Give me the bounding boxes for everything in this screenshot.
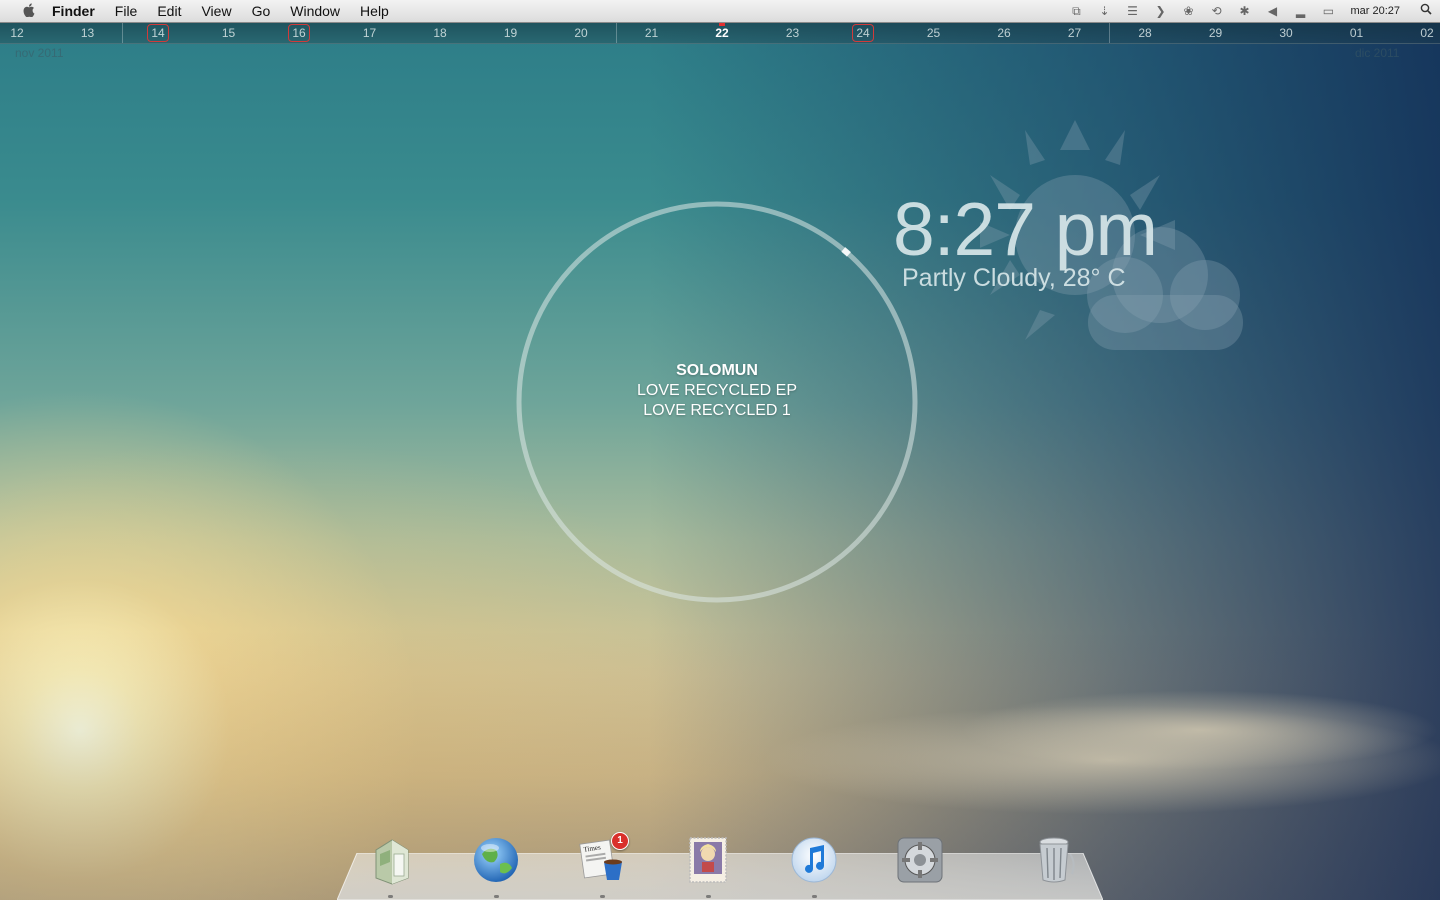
- calendar-day[interactable]: 25: [919, 23, 949, 43]
- clock-time: 8:27 pm: [893, 187, 1158, 271]
- cloud-band: [960, 690, 1440, 770]
- calendar-day[interactable]: 17: [355, 23, 385, 43]
- volume-icon[interactable]: ◀: [1258, 0, 1286, 22]
- running-indicator: [388, 895, 393, 898]
- calendar-day[interactable]: 20: [566, 23, 596, 43]
- calendar-day[interactable]: 16: [284, 23, 314, 43]
- month-label-right: dic 2011: [1355, 46, 1400, 60]
- menu-view[interactable]: View: [191, 0, 241, 22]
- menubar-clock[interactable]: mar 20:27: [1342, 5, 1412, 17]
- bluetooth-icon[interactable]: ✱: [1230, 0, 1258, 22]
- track-album: LOVE RECYCLED EP: [636, 382, 798, 399]
- menu-file[interactable]: File: [105, 0, 148, 22]
- menu-go[interactable]: Go: [242, 0, 281, 22]
- itunes-icon: [791, 837, 837, 883]
- window-switch-icon[interactable]: ⧉: [1062, 0, 1090, 22]
- calendar-day[interactable]: 30: [1271, 23, 1301, 43]
- calendar-day[interactable]: 28: [1130, 23, 1160, 43]
- menu-finder[interactable]: Finder: [42, 0, 105, 22]
- list-icon[interactable]: ☰: [1118, 0, 1146, 22]
- trash-icon: [1039, 837, 1075, 883]
- weather-condition: Partly Cloudy, 28° C: [902, 264, 1126, 292]
- dock-trash[interactable]: [1024, 830, 1084, 890]
- system-preferences-icon: [897, 837, 943, 883]
- track-title: LOVE RECYCLED 1: [643, 402, 791, 419]
- dock-itunes[interactable]: [784, 830, 844, 890]
- dock-times[interactable]: Times 1: [572, 830, 632, 890]
- calendar-day[interactable]: 15: [214, 23, 244, 43]
- calendar-day[interactable]: 01: [1342, 23, 1372, 43]
- spotlight-icon[interactable]: [1412, 0, 1440, 22]
- signal-icon[interactable]: ▂: [1286, 0, 1314, 22]
- menu-bar: Finder File Edit View Go Window Help ⧉ ⇣ ☰ ❯ ❀ ⟲ ✱ ◀…: [0, 0, 1440, 23]
- chevron-icon[interactable]: ❯: [1146, 0, 1174, 22]
- calendar-day[interactable]: 26: [989, 23, 1019, 43]
- finder-icon: [375, 839, 409, 885]
- calendar-day[interactable]: 18: [425, 23, 455, 43]
- menu-window[interactable]: Window: [280, 0, 350, 22]
- calendar-day[interactable]: 19: [496, 23, 526, 43]
- calendar-day[interactable]: 12: [2, 23, 32, 43]
- running-indicator: [706, 895, 711, 898]
- month-label-left: nov 2011: [15, 46, 64, 60]
- dock-finder[interactable]: [362, 830, 422, 890]
- dock-mail[interactable]: [678, 830, 738, 890]
- calendar-day[interactable]: 23: [778, 23, 808, 43]
- time-machine-icon[interactable]: ⟲: [1202, 0, 1230, 22]
- week-separator: [1109, 23, 1110, 43]
- calendar-day[interactable]: 13: [73, 23, 103, 43]
- menu-edit[interactable]: Edit: [147, 0, 191, 22]
- dock-system-preferences[interactable]: [890, 830, 950, 890]
- apple-menu-icon[interactable]: [20, 2, 38, 20]
- running-indicator: [494, 895, 499, 898]
- running-indicator: [600, 895, 605, 898]
- menu-help[interactable]: Help: [350, 0, 399, 22]
- now-playing-text: SOLOMUN LOVE RECYCLED EP LOVE RECYCLED 1: [517, 361, 917, 421]
- calendar-day[interactable]: 14: [143, 23, 173, 43]
- dock-safari[interactable]: [466, 830, 526, 890]
- calendar-day[interactable]: 21: [637, 23, 667, 43]
- calendar-day[interactable]: 24: [848, 23, 878, 43]
- calendar-day[interactable]: 29: [1201, 23, 1231, 43]
- track-artist: SOLOMUN: [676, 362, 758, 379]
- notification-badge: 1: [611, 832, 629, 850]
- download-icon[interactable]: ⇣: [1090, 0, 1118, 22]
- paw-icon[interactable]: ❀: [1174, 0, 1202, 22]
- running-indicator: [812, 895, 817, 898]
- today-marker: [719, 23, 725, 26]
- calendar-day[interactable]: 27: [1060, 23, 1090, 43]
- battery-icon[interactable]: ▭: [1314, 0, 1342, 22]
- week-separator: [122, 23, 123, 43]
- week-separator: [616, 23, 617, 43]
- calendar-strip: 12 13 14 15 16 17 18 19 20 21 22 23 24 25 26 27 28 29 30 01…: [0, 23, 1440, 44]
- calendar-day[interactable]: 22: [707, 23, 737, 43]
- status-area: ⧉ ⇣ ☰ ❯ ❀ ⟲ ✱ ◀ ▂ ▭ mar 20:27: [1062, 0, 1440, 22]
- globe-icon: [474, 838, 518, 882]
- stamp-mail-icon: [689, 837, 727, 883]
- calendar-day[interactable]: 02: [1412, 23, 1440, 43]
